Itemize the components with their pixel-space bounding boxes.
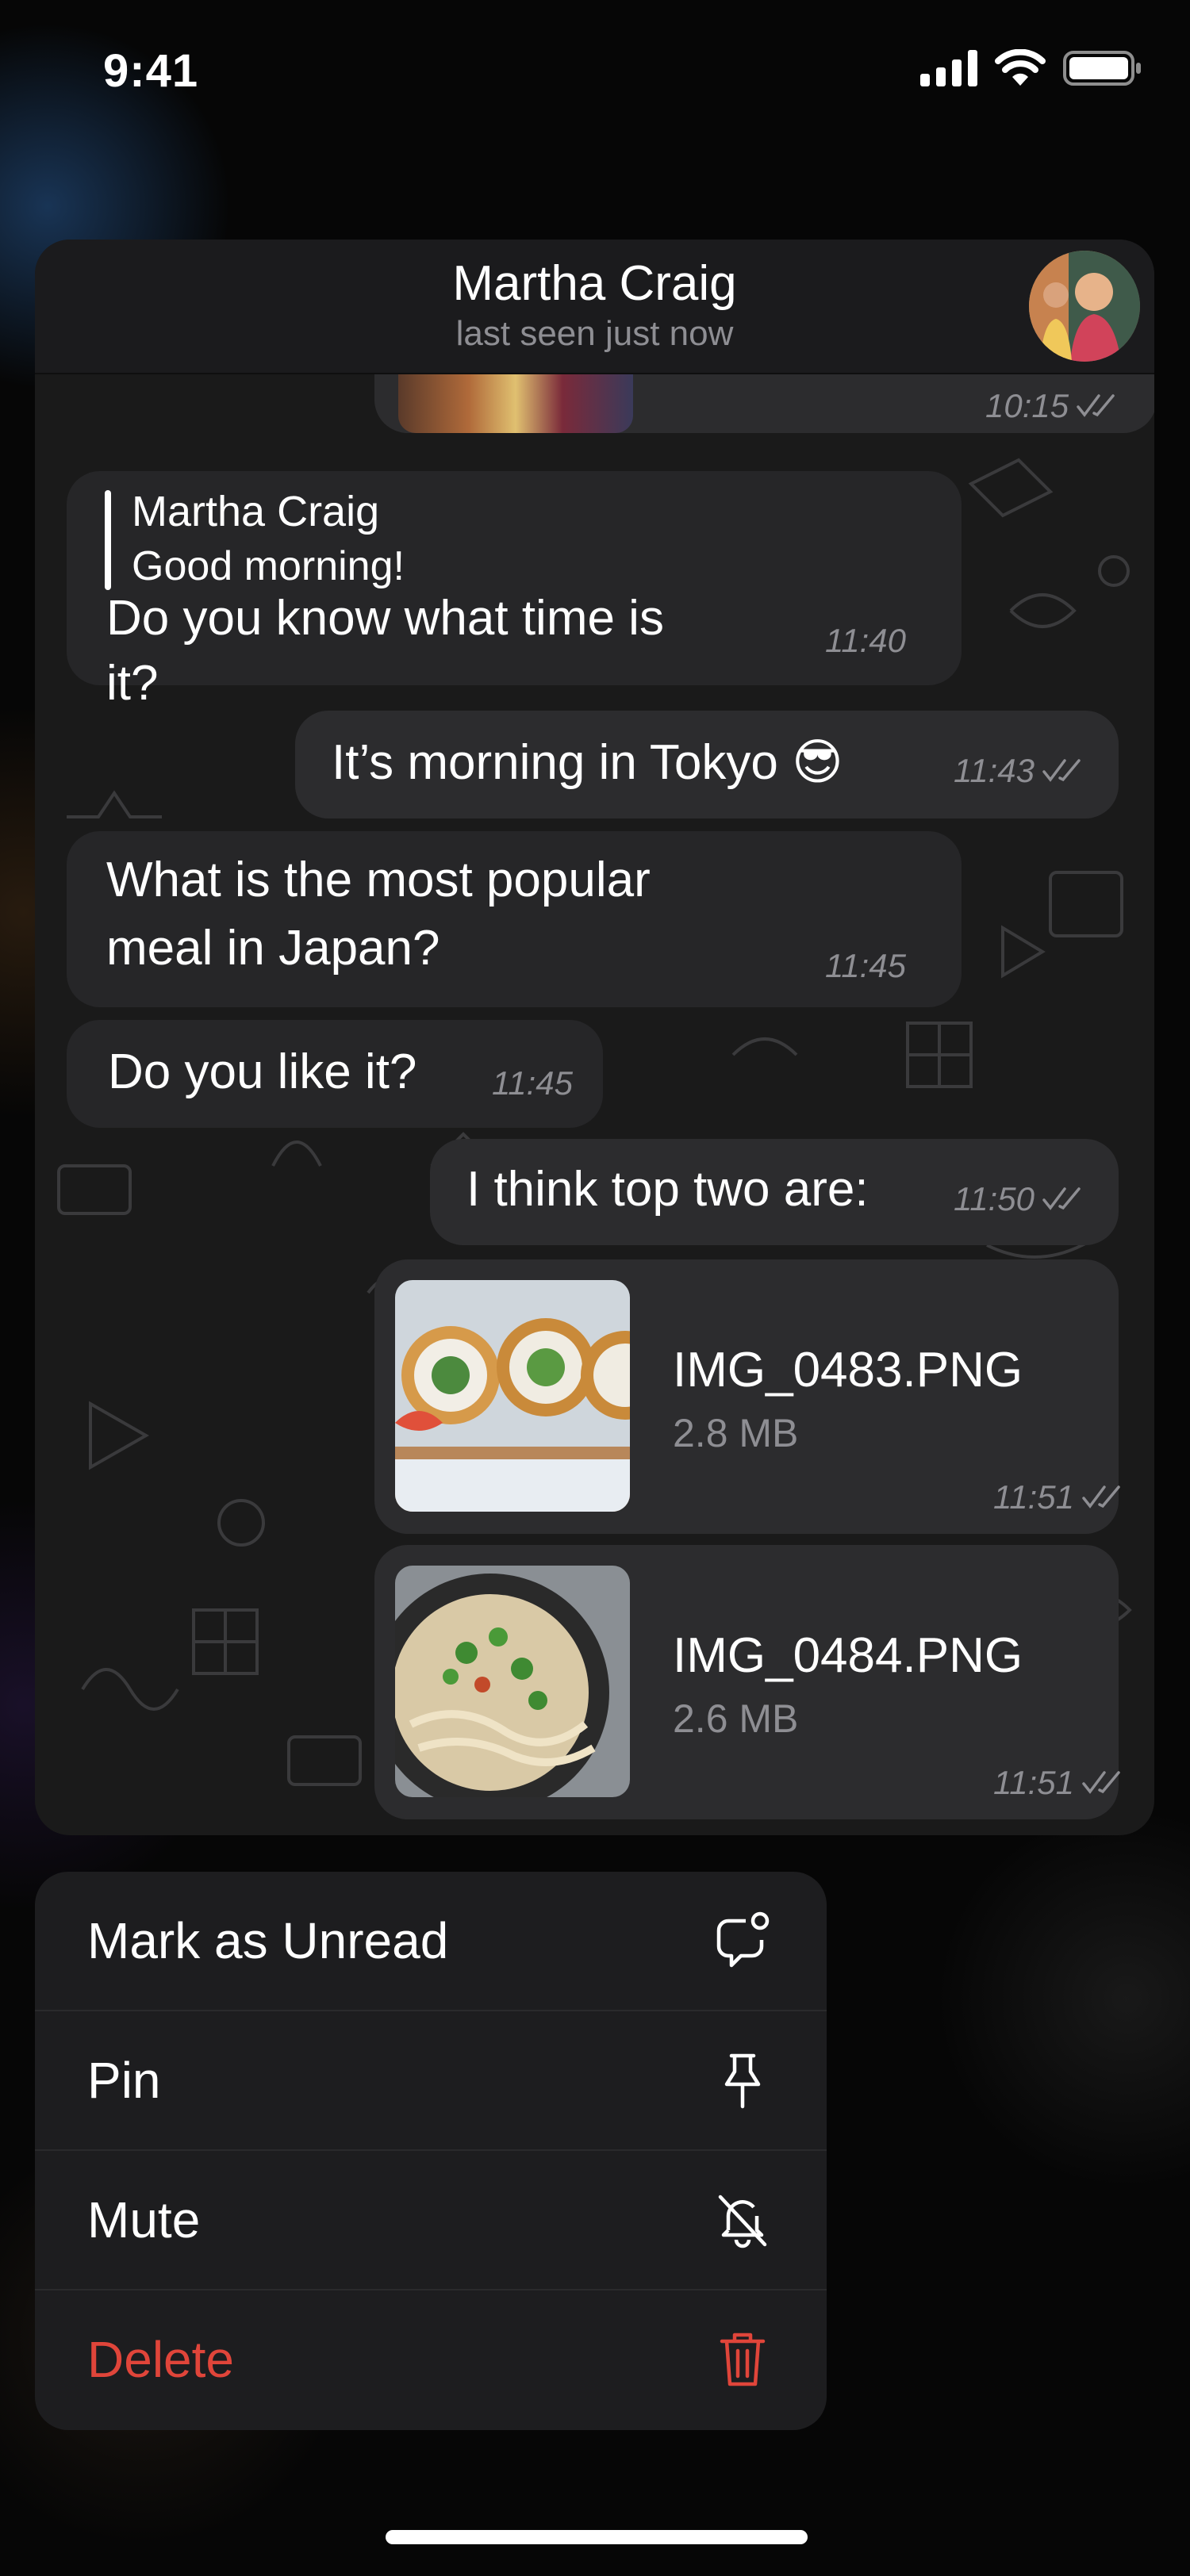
message-text: it? xyxy=(106,656,159,711)
message-text: Do you like it? xyxy=(108,1045,417,1099)
message-time: 11:45 xyxy=(492,1064,573,1102)
status-icons xyxy=(920,49,1142,87)
bell-slash-icon xyxy=(718,2195,767,2248)
double-check-icon xyxy=(1082,1771,1120,1794)
file-message-bubble[interactable]: IMG_0483.PNG 2.8 MB 11:51 xyxy=(374,1259,1120,1534)
message-bubble-outgoing[interactable]: It’s morning in Tokyo 😎 11:43 xyxy=(295,711,1119,818)
file-name: IMG_0483.PNG xyxy=(673,1343,1023,1397)
double-check-icon xyxy=(1042,1187,1081,1210)
menu-item-label: Mute xyxy=(87,2191,201,2248)
last-seen-status: last seen just now xyxy=(455,314,734,353)
reply-text: Good morning! xyxy=(132,543,405,589)
reply-author: Martha Craig xyxy=(132,488,380,535)
message-bubble-outgoing[interactable]: I think top two are: 11:50 xyxy=(430,1139,1119,1245)
message-text: What is the most popular xyxy=(106,853,651,907)
message-time: 10:15 xyxy=(985,387,1069,424)
chat-preview-card[interactable]: Martha Craig last seen just now 10:15 Ma… xyxy=(35,240,1154,1835)
file-size: 2.8 MB xyxy=(673,1411,799,1455)
message-time: 11:43 xyxy=(954,752,1035,789)
menu-item-label: Delete xyxy=(87,2331,234,2388)
message-text: Do you know what time is xyxy=(106,591,664,646)
double-check-icon xyxy=(1077,394,1115,417)
file-message-bubble[interactable]: IMG_0484.PNG 2.6 MB 11:51 xyxy=(374,1545,1120,1819)
avatar[interactable] xyxy=(1029,251,1140,362)
context-menu: Mark as Unread Pin Mute Delete xyxy=(35,1872,827,2430)
message-text: It’s morning in Tokyo 😎 xyxy=(332,735,843,790)
message-bubble-incoming[interactable]: Do you like it? 11:45 xyxy=(67,1020,603,1128)
cellular-signal-icon xyxy=(920,50,977,86)
double-check-icon xyxy=(1042,759,1081,782)
menu-item-mark-as-unread[interactable]: Mark as Unread xyxy=(35,1872,827,2011)
double-check-icon xyxy=(1082,1485,1120,1508)
chat-header: Martha Craig last seen just now xyxy=(35,240,1154,374)
status-bar: 9:41 xyxy=(0,0,1190,143)
trash-icon xyxy=(720,2333,766,2386)
unread-bubble-icon xyxy=(716,1911,770,1968)
message-bubble-incoming[interactable]: Martha Craig Good morning! Do you know w… xyxy=(67,471,962,711)
message-text: I think top two are: xyxy=(466,1162,869,1217)
photo-thumbnail[interactable] xyxy=(395,1566,630,1797)
message-time: 11:51 xyxy=(993,1478,1074,1516)
message-bubble-incoming[interactable]: What is the most popular meal in Japan? … xyxy=(67,831,962,1007)
reply-indicator xyxy=(105,490,111,590)
message-text: meal in Japan? xyxy=(106,921,440,976)
menu-item-label: Mark as Unread xyxy=(87,1912,449,1969)
menu-item-delete[interactable]: Delete xyxy=(35,2290,827,2428)
message-bubble-outgoing[interactable]: 10:15 xyxy=(374,373,1154,433)
message-time: 11:40 xyxy=(825,622,906,659)
chat-messages[interactable]: 10:15 Martha Craig Good morning! Do you … xyxy=(35,373,1154,1835)
menu-item-mute[interactable]: Mute xyxy=(35,2151,827,2290)
photo-thumbnail[interactable] xyxy=(395,1280,630,1512)
message-time: 11:50 xyxy=(954,1180,1035,1217)
menu-item-pin[interactable]: Pin xyxy=(35,2011,827,2151)
pin-icon xyxy=(724,2053,761,2109)
home-indicator[interactable] xyxy=(386,2530,808,2544)
message-time: 11:51 xyxy=(993,1764,1074,1801)
contact-name: Martha Craig xyxy=(452,256,737,311)
file-size: 2.6 MB xyxy=(673,1696,799,1741)
photo-thumbnail[interactable] xyxy=(398,373,633,433)
battery-icon xyxy=(1063,51,1141,86)
menu-item-label: Pin xyxy=(87,2052,161,2109)
status-time: 9:41 xyxy=(103,45,199,97)
wifi-icon xyxy=(995,49,1046,86)
file-name: IMG_0484.PNG xyxy=(673,1628,1023,1683)
message-time: 11:45 xyxy=(825,947,906,984)
